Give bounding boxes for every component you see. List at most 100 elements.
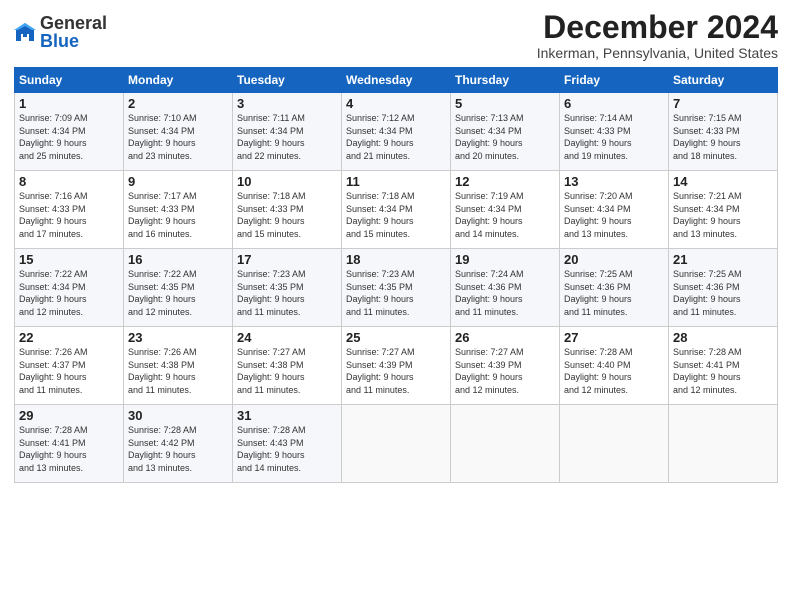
logo-general: General (40, 14, 107, 32)
day-number: 18 (346, 252, 446, 267)
week-row-4: 22Sunrise: 7:26 AMSunset: 4:37 PMDayligh… (15, 327, 778, 405)
day-number: 26 (455, 330, 555, 345)
day-number: 27 (564, 330, 664, 345)
day-number: 12 (455, 174, 555, 189)
cell-info: Sunrise: 7:27 AMSunset: 4:39 PMDaylight:… (455, 346, 555, 396)
cell-info: Sunrise: 7:16 AMSunset: 4:33 PMDaylight:… (19, 190, 119, 240)
day-header-sunday: Sunday (15, 68, 124, 93)
day-number: 31 (237, 408, 337, 423)
cell-info: Sunrise: 7:22 AMSunset: 4:35 PMDaylight:… (128, 268, 228, 318)
cell-info: Sunrise: 7:14 AMSunset: 4:33 PMDaylight:… (564, 112, 664, 162)
calendar-cell: 25Sunrise: 7:27 AMSunset: 4:39 PMDayligh… (342, 327, 451, 405)
calendar-cell: 28Sunrise: 7:28 AMSunset: 4:41 PMDayligh… (669, 327, 778, 405)
logo: General Blue (14, 14, 107, 50)
cell-info: Sunrise: 7:10 AMSunset: 4:34 PMDaylight:… (128, 112, 228, 162)
day-number: 8 (19, 174, 119, 189)
cell-info: Sunrise: 7:11 AMSunset: 4:34 PMDaylight:… (237, 112, 337, 162)
calendar-cell: 4Sunrise: 7:12 AMSunset: 4:34 PMDaylight… (342, 93, 451, 171)
day-header-wednesday: Wednesday (342, 68, 451, 93)
day-number: 17 (237, 252, 337, 267)
calendar-cell: 3Sunrise: 7:11 AMSunset: 4:34 PMDaylight… (233, 93, 342, 171)
day-header-tuesday: Tuesday (233, 68, 342, 93)
cell-info: Sunrise: 7:13 AMSunset: 4:34 PMDaylight:… (455, 112, 555, 162)
day-number: 29 (19, 408, 119, 423)
day-header-thursday: Thursday (451, 68, 560, 93)
calendar-cell: 6Sunrise: 7:14 AMSunset: 4:33 PMDaylight… (560, 93, 669, 171)
cell-info: Sunrise: 7:21 AMSunset: 4:34 PMDaylight:… (673, 190, 773, 240)
calendar-cell: 18Sunrise: 7:23 AMSunset: 4:35 PMDayligh… (342, 249, 451, 327)
calendar-container: General Blue December 2024 Inkerman, Pen… (0, 0, 792, 493)
day-number: 4 (346, 96, 446, 111)
cell-info: Sunrise: 7:23 AMSunset: 4:35 PMDaylight:… (346, 268, 446, 318)
calendar-cell: 11Sunrise: 7:18 AMSunset: 4:34 PMDayligh… (342, 171, 451, 249)
calendar-cell: 1Sunrise: 7:09 AMSunset: 4:34 PMDaylight… (15, 93, 124, 171)
day-number: 20 (564, 252, 664, 267)
calendar-cell: 27Sunrise: 7:28 AMSunset: 4:40 PMDayligh… (560, 327, 669, 405)
week-row-5: 29Sunrise: 7:28 AMSunset: 4:41 PMDayligh… (15, 405, 778, 483)
logo-icon (14, 21, 36, 43)
week-row-3: 15Sunrise: 7:22 AMSunset: 4:34 PMDayligh… (15, 249, 778, 327)
month-title: December 2024 (537, 10, 778, 45)
calendar-cell: 26Sunrise: 7:27 AMSunset: 4:39 PMDayligh… (451, 327, 560, 405)
calendar-cell: 15Sunrise: 7:22 AMSunset: 4:34 PMDayligh… (15, 249, 124, 327)
day-number: 19 (455, 252, 555, 267)
cell-info: Sunrise: 7:15 AMSunset: 4:33 PMDaylight:… (673, 112, 773, 162)
cell-info: Sunrise: 7:22 AMSunset: 4:34 PMDaylight:… (19, 268, 119, 318)
calendar-cell: 24Sunrise: 7:27 AMSunset: 4:38 PMDayligh… (233, 327, 342, 405)
day-number: 30 (128, 408, 228, 423)
cell-info: Sunrise: 7:12 AMSunset: 4:34 PMDaylight:… (346, 112, 446, 162)
day-header-saturday: Saturday (669, 68, 778, 93)
calendar-cell: 13Sunrise: 7:20 AMSunset: 4:34 PMDayligh… (560, 171, 669, 249)
day-number: 10 (237, 174, 337, 189)
calendar-cell: 2Sunrise: 7:10 AMSunset: 4:34 PMDaylight… (124, 93, 233, 171)
calendar-cell: 17Sunrise: 7:23 AMSunset: 4:35 PMDayligh… (233, 249, 342, 327)
cell-info: Sunrise: 7:23 AMSunset: 4:35 PMDaylight:… (237, 268, 337, 318)
day-header-monday: Monday (124, 68, 233, 93)
calendar-cell: 20Sunrise: 7:25 AMSunset: 4:36 PMDayligh… (560, 249, 669, 327)
days-header-row: SundayMondayTuesdayWednesdayThursdayFrid… (15, 68, 778, 93)
day-number: 11 (346, 174, 446, 189)
day-number: 1 (19, 96, 119, 111)
day-header-friday: Friday (560, 68, 669, 93)
calendar-cell (342, 405, 451, 483)
day-number: 3 (237, 96, 337, 111)
cell-info: Sunrise: 7:25 AMSunset: 4:36 PMDaylight:… (673, 268, 773, 318)
cell-info: Sunrise: 7:28 AMSunset: 4:41 PMDaylight:… (19, 424, 119, 474)
day-number: 2 (128, 96, 228, 111)
calendar-cell: 22Sunrise: 7:26 AMSunset: 4:37 PMDayligh… (15, 327, 124, 405)
calendar-cell: 23Sunrise: 7:26 AMSunset: 4:38 PMDayligh… (124, 327, 233, 405)
calendar-cell: 29Sunrise: 7:28 AMSunset: 4:41 PMDayligh… (15, 405, 124, 483)
cell-info: Sunrise: 7:26 AMSunset: 4:37 PMDaylight:… (19, 346, 119, 396)
day-number: 7 (673, 96, 773, 111)
week-row-1: 1Sunrise: 7:09 AMSunset: 4:34 PMDaylight… (15, 93, 778, 171)
cell-info: Sunrise: 7:17 AMSunset: 4:33 PMDaylight:… (128, 190, 228, 240)
cell-info: Sunrise: 7:19 AMSunset: 4:34 PMDaylight:… (455, 190, 555, 240)
calendar-cell: 7Sunrise: 7:15 AMSunset: 4:33 PMDaylight… (669, 93, 778, 171)
calendar-cell: 19Sunrise: 7:24 AMSunset: 4:36 PMDayligh… (451, 249, 560, 327)
cell-info: Sunrise: 7:27 AMSunset: 4:39 PMDaylight:… (346, 346, 446, 396)
location: Inkerman, Pennsylvania, United States (537, 45, 778, 61)
day-number: 6 (564, 96, 664, 111)
cell-info: Sunrise: 7:28 AMSunset: 4:40 PMDaylight:… (564, 346, 664, 396)
day-number: 5 (455, 96, 555, 111)
logo-text: General Blue (40, 14, 107, 50)
title-block: December 2024 Inkerman, Pennsylvania, Un… (537, 10, 778, 61)
cell-info: Sunrise: 7:24 AMSunset: 4:36 PMDaylight:… (455, 268, 555, 318)
calendar-cell: 10Sunrise: 7:18 AMSunset: 4:33 PMDayligh… (233, 171, 342, 249)
calendar-cell: 16Sunrise: 7:22 AMSunset: 4:35 PMDayligh… (124, 249, 233, 327)
calendar-cell: 9Sunrise: 7:17 AMSunset: 4:33 PMDaylight… (124, 171, 233, 249)
calendar-cell: 14Sunrise: 7:21 AMSunset: 4:34 PMDayligh… (669, 171, 778, 249)
day-number: 23 (128, 330, 228, 345)
logo-blue: Blue (40, 32, 107, 50)
day-number: 16 (128, 252, 228, 267)
calendar-cell: 31Sunrise: 7:28 AMSunset: 4:43 PMDayligh… (233, 405, 342, 483)
day-number: 28 (673, 330, 773, 345)
cell-info: Sunrise: 7:26 AMSunset: 4:38 PMDaylight:… (128, 346, 228, 396)
day-number: 9 (128, 174, 228, 189)
calendar-table: SundayMondayTuesdayWednesdayThursdayFrid… (14, 67, 778, 483)
day-number: 15 (19, 252, 119, 267)
day-number: 13 (564, 174, 664, 189)
calendar-cell: 30Sunrise: 7:28 AMSunset: 4:42 PMDayligh… (124, 405, 233, 483)
cell-info: Sunrise: 7:18 AMSunset: 4:33 PMDaylight:… (237, 190, 337, 240)
cell-info: Sunrise: 7:20 AMSunset: 4:34 PMDaylight:… (564, 190, 664, 240)
